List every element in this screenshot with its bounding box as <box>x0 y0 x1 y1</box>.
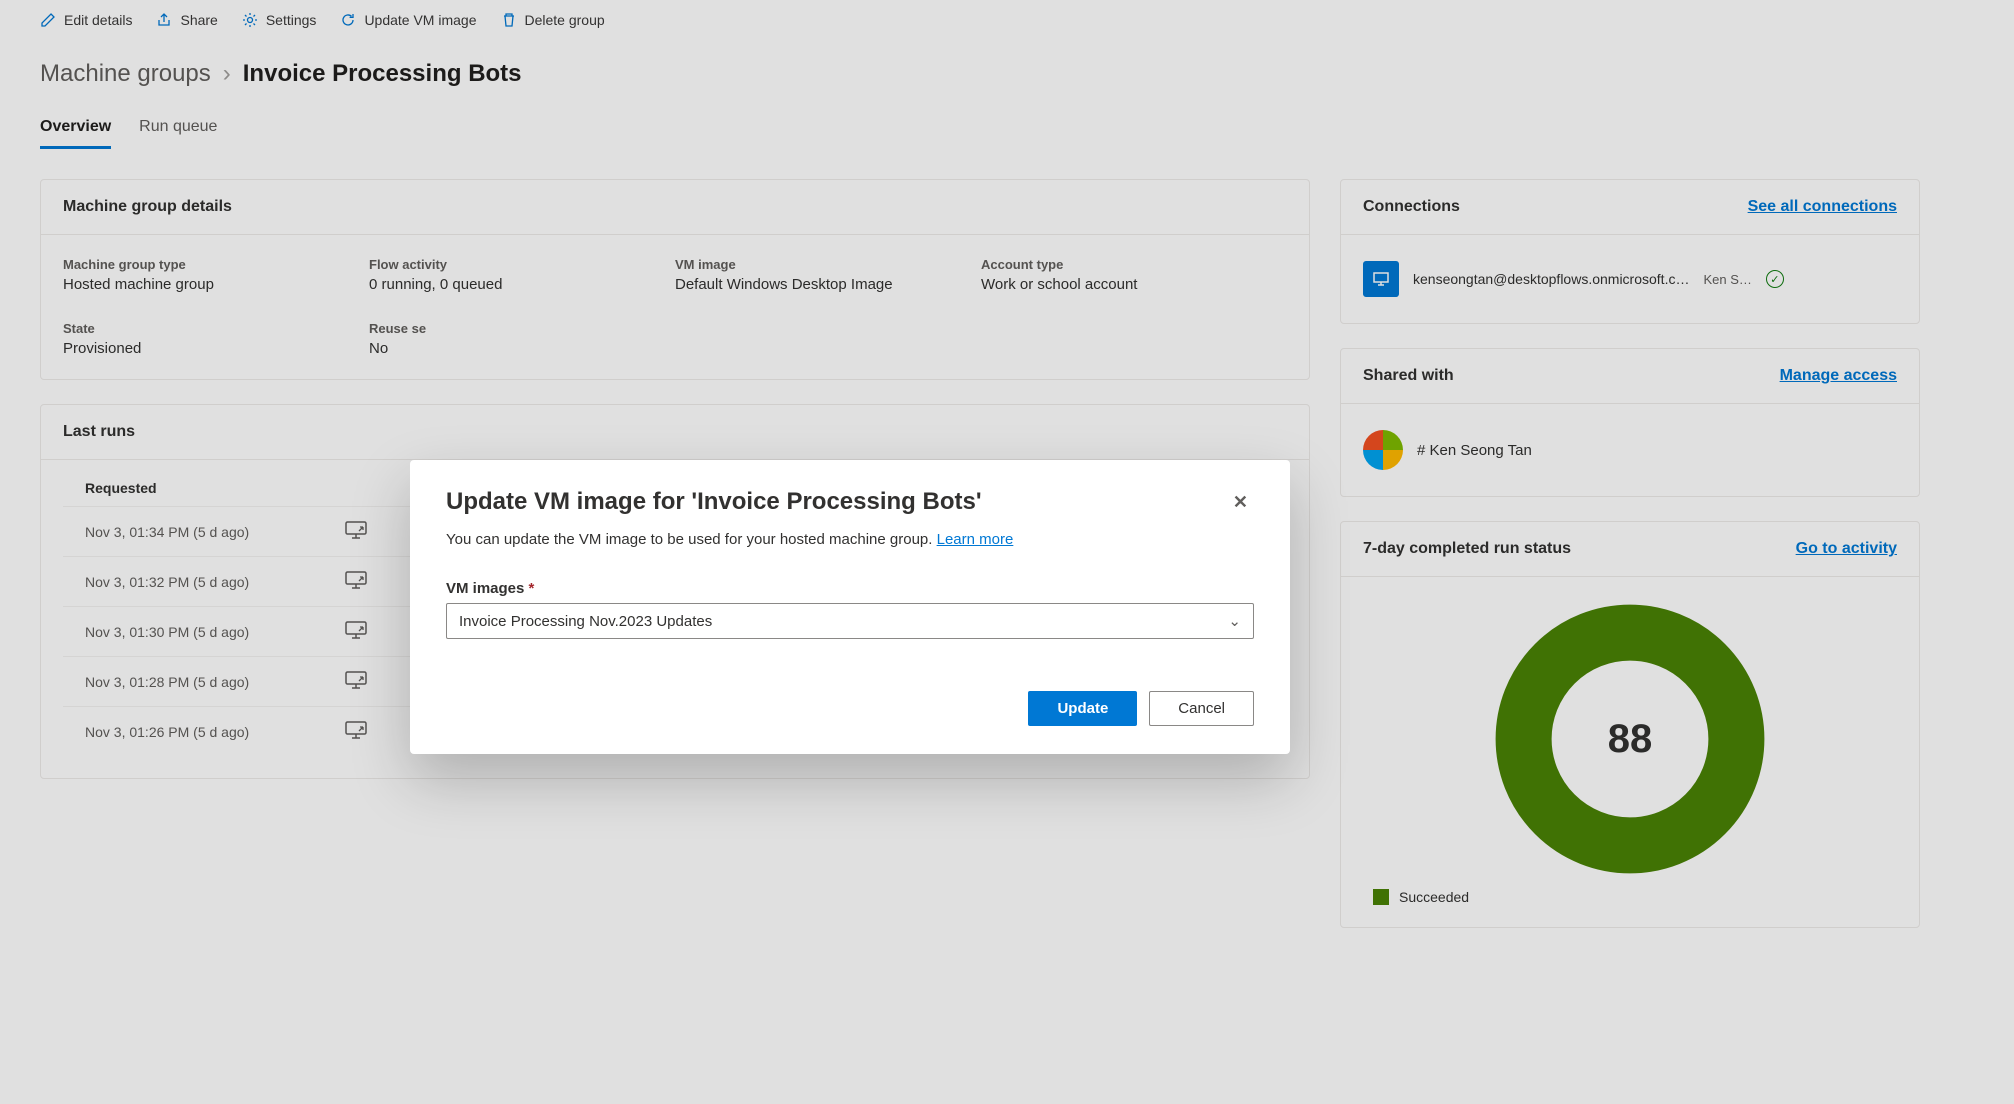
detail-label: VM image <box>675 257 981 272</box>
settings-button[interactable]: Settings <box>242 12 317 28</box>
detail-label: State <box>63 321 369 336</box>
last-runs-title: Last runs <box>63 423 135 441</box>
update-vm-label: Update VM image <box>364 12 476 28</box>
command-bar: Edit details Share Settings Update VM im… <box>0 0 2014 40</box>
close-icon[interactable]: ✕ <box>1227 488 1254 517</box>
connection-email: kenseongtan@desktopflows.onmicrosoft.c… <box>1413 271 1689 287</box>
share-icon <box>156 12 172 28</box>
detail-value: Work or school account <box>981 276 1287 293</box>
col-requested: Requested <box>85 480 345 496</box>
shared-user-name: # Ken Seong Tan <box>1417 442 1532 459</box>
desktop-icon <box>1363 261 1399 297</box>
update-button[interactable]: Update <box>1028 691 1137 726</box>
share-label: Share <box>180 12 217 28</box>
vm-image-select[interactable]: Invoice Processing Nov.2023 Updates ⌄ <box>446 603 1254 639</box>
detail-item: Machine group type Hosted machine group <box>63 257 369 293</box>
learn-more-link[interactable]: Learn more <box>937 531 1014 548</box>
modal-description: You can update the VM image to be used f… <box>446 531 937 548</box>
detail-label: Account type <box>981 257 1287 272</box>
run-requested: Nov 3, 01:28 PM (5 d ago) <box>85 674 345 690</box>
detail-item: Flow activity 0 running, 0 queued <box>369 257 675 293</box>
vm-images-label: VM images <box>446 580 524 597</box>
detail-value: 0 running, 0 queued <box>369 276 675 293</box>
connection-name: Ken S… <box>1703 272 1751 287</box>
modal-title: Update VM image for 'Invoice Processing … <box>446 488 982 516</box>
connections-card: Connections See all connections kenseong… <box>1340 179 1920 324</box>
detail-item: State Provisioned <box>63 321 369 357</box>
update-vm-button[interactable]: Update VM image <box>340 12 476 28</box>
tab-run-queue[interactable]: Run queue <box>139 118 217 149</box>
shared-with-card: Shared with Manage access # Ken Seong Ta… <box>1340 348 1920 497</box>
details-card-title: Machine group details <box>41 180 1309 235</box>
run-requested: Nov 3, 01:26 PM (5 d ago) <box>85 724 345 740</box>
delete-label: Delete group <box>525 12 605 28</box>
detail-label: Flow activity <box>369 257 675 272</box>
edit-details-button[interactable]: Edit details <box>40 12 132 28</box>
detail-value: Hosted machine group <box>63 276 369 293</box>
shared-with-title: Shared with <box>1363 367 1454 385</box>
tab-overview[interactable]: Overview <box>40 118 111 149</box>
chevron-down-icon: ⌄ <box>1228 612 1241 630</box>
see-all-connections-link[interactable]: See all connections <box>1748 198 1897 216</box>
run-requested: Nov 3, 01:30 PM (5 d ago) <box>85 624 345 640</box>
manage-access-link[interactable]: Manage access <box>1780 367 1897 385</box>
required-indicator: * <box>529 580 535 597</box>
legend-label: Succeeded <box>1399 889 1469 905</box>
legend-swatch-succeeded <box>1373 889 1389 905</box>
run-requested: Nov 3, 01:34 PM (5 d ago) <box>85 524 345 540</box>
run-status-title: 7-day completed run status <box>1363 540 1571 558</box>
connections-title: Connections <box>1363 198 1460 216</box>
detail-label: Reuse se <box>369 321 675 336</box>
share-button[interactable]: Share <box>156 12 217 28</box>
breadcrumb-root[interactable]: Machine groups <box>40 60 211 88</box>
donut-chart: 88 <box>1490 599 1770 879</box>
run-requested: Nov 3, 01:32 PM (5 d ago) <box>85 574 345 590</box>
select-value: Invoice Processing Nov.2023 Updates <box>459 613 712 630</box>
settings-label: Settings <box>266 12 317 28</box>
run-status-card: 7-day completed run status Go to activit… <box>1340 521 1920 928</box>
detail-value: Provisioned <box>63 340 369 357</box>
detail-item: VM image Default Windows Desktop Image <box>675 257 981 293</box>
donut-total: 88 <box>1490 599 1770 879</box>
breadcrumb-current: Invoice Processing Bots <box>243 60 522 88</box>
detail-item: Reuse se No <box>369 321 675 357</box>
trash-icon <box>501 12 517 28</box>
chevron-right-icon: › <box>223 60 231 88</box>
breadcrumb: Machine groups › Invoice Processing Bots <box>0 40 2014 98</box>
checkmark-icon: ✓ <box>1766 270 1784 288</box>
cancel-button[interactable]: Cancel <box>1149 691 1254 726</box>
tabs: Overview Run queue <box>0 98 2014 149</box>
avatar <box>1363 430 1403 470</box>
detail-label: Machine group type <box>63 257 369 272</box>
detail-value: Default Windows Desktop Image <box>675 276 981 293</box>
details-card: Machine group details Machine group type… <box>40 179 1310 380</box>
refresh-icon <box>340 12 356 28</box>
go-to-activity-link[interactable]: Go to activity <box>1796 540 1897 558</box>
detail-value: No <box>369 340 675 357</box>
edit-label: Edit details <box>64 12 132 28</box>
detail-item: Account type Work or school account <box>981 257 1287 293</box>
pencil-icon <box>40 12 56 28</box>
delete-group-button[interactable]: Delete group <box>501 12 605 28</box>
gear-icon <box>242 12 258 28</box>
update-vm-modal: Update VM image for 'Invoice Processing … <box>410 460 1290 754</box>
